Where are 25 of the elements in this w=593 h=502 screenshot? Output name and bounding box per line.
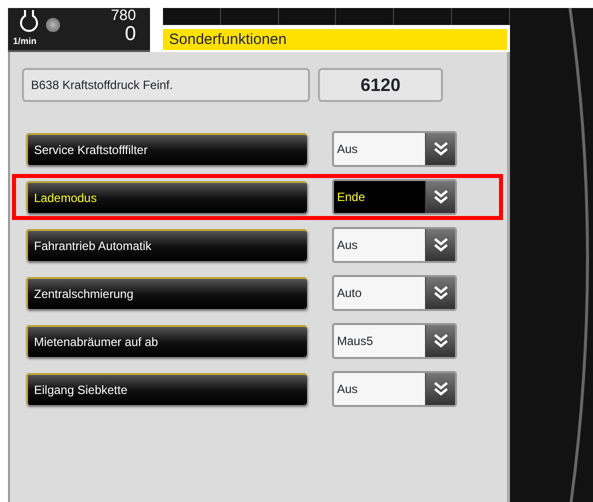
- gauge-reading: 780: [110, 8, 136, 23]
- function-button[interactable]: Eilgang Siebkette: [26, 373, 307, 405]
- gauge-unit: 1/min: [13, 35, 37, 48]
- double-chevron-icon: [432, 284, 450, 302]
- function-button[interactable]: Zentralschmierung: [26, 277, 307, 309]
- value-dropdown[interactable]: Aus: [332, 227, 457, 263]
- function-button[interactable]: Fahrantrieb Automatik: [26, 229, 307, 261]
- value-dropdown[interactable]: Aus: [332, 131, 457, 167]
- double-chevron-icon: [432, 332, 450, 350]
- gauge-reading: 0: [124, 24, 136, 44]
- indicator-lamp: [46, 18, 60, 32]
- function-button[interactable]: Service Kraftstofffilter: [26, 133, 307, 165]
- screen-title: Sonderfunktionen: [163, 29, 507, 50]
- value-dropdown[interactable]: Aus: [332, 371, 457, 407]
- sensor-value: 6120: [318, 68, 443, 102]
- double-chevron-icon: [432, 140, 450, 158]
- double-chevron-icon: [432, 188, 450, 206]
- sensor-label: B638 Kraftstoffdruck Feinf.: [22, 68, 310, 102]
- function-button[interactable]: Mietenabräumer auf ab: [26, 325, 307, 357]
- value-dropdown[interactable]: Maus5: [332, 323, 457, 359]
- value-dropdown[interactable]: Ende: [332, 179, 457, 215]
- value-dropdown[interactable]: Auto: [332, 275, 457, 311]
- double-chevron-icon: [432, 380, 450, 398]
- double-chevron-icon: [432, 236, 450, 254]
- function-button[interactable]: Lademodus: [26, 181, 307, 213]
